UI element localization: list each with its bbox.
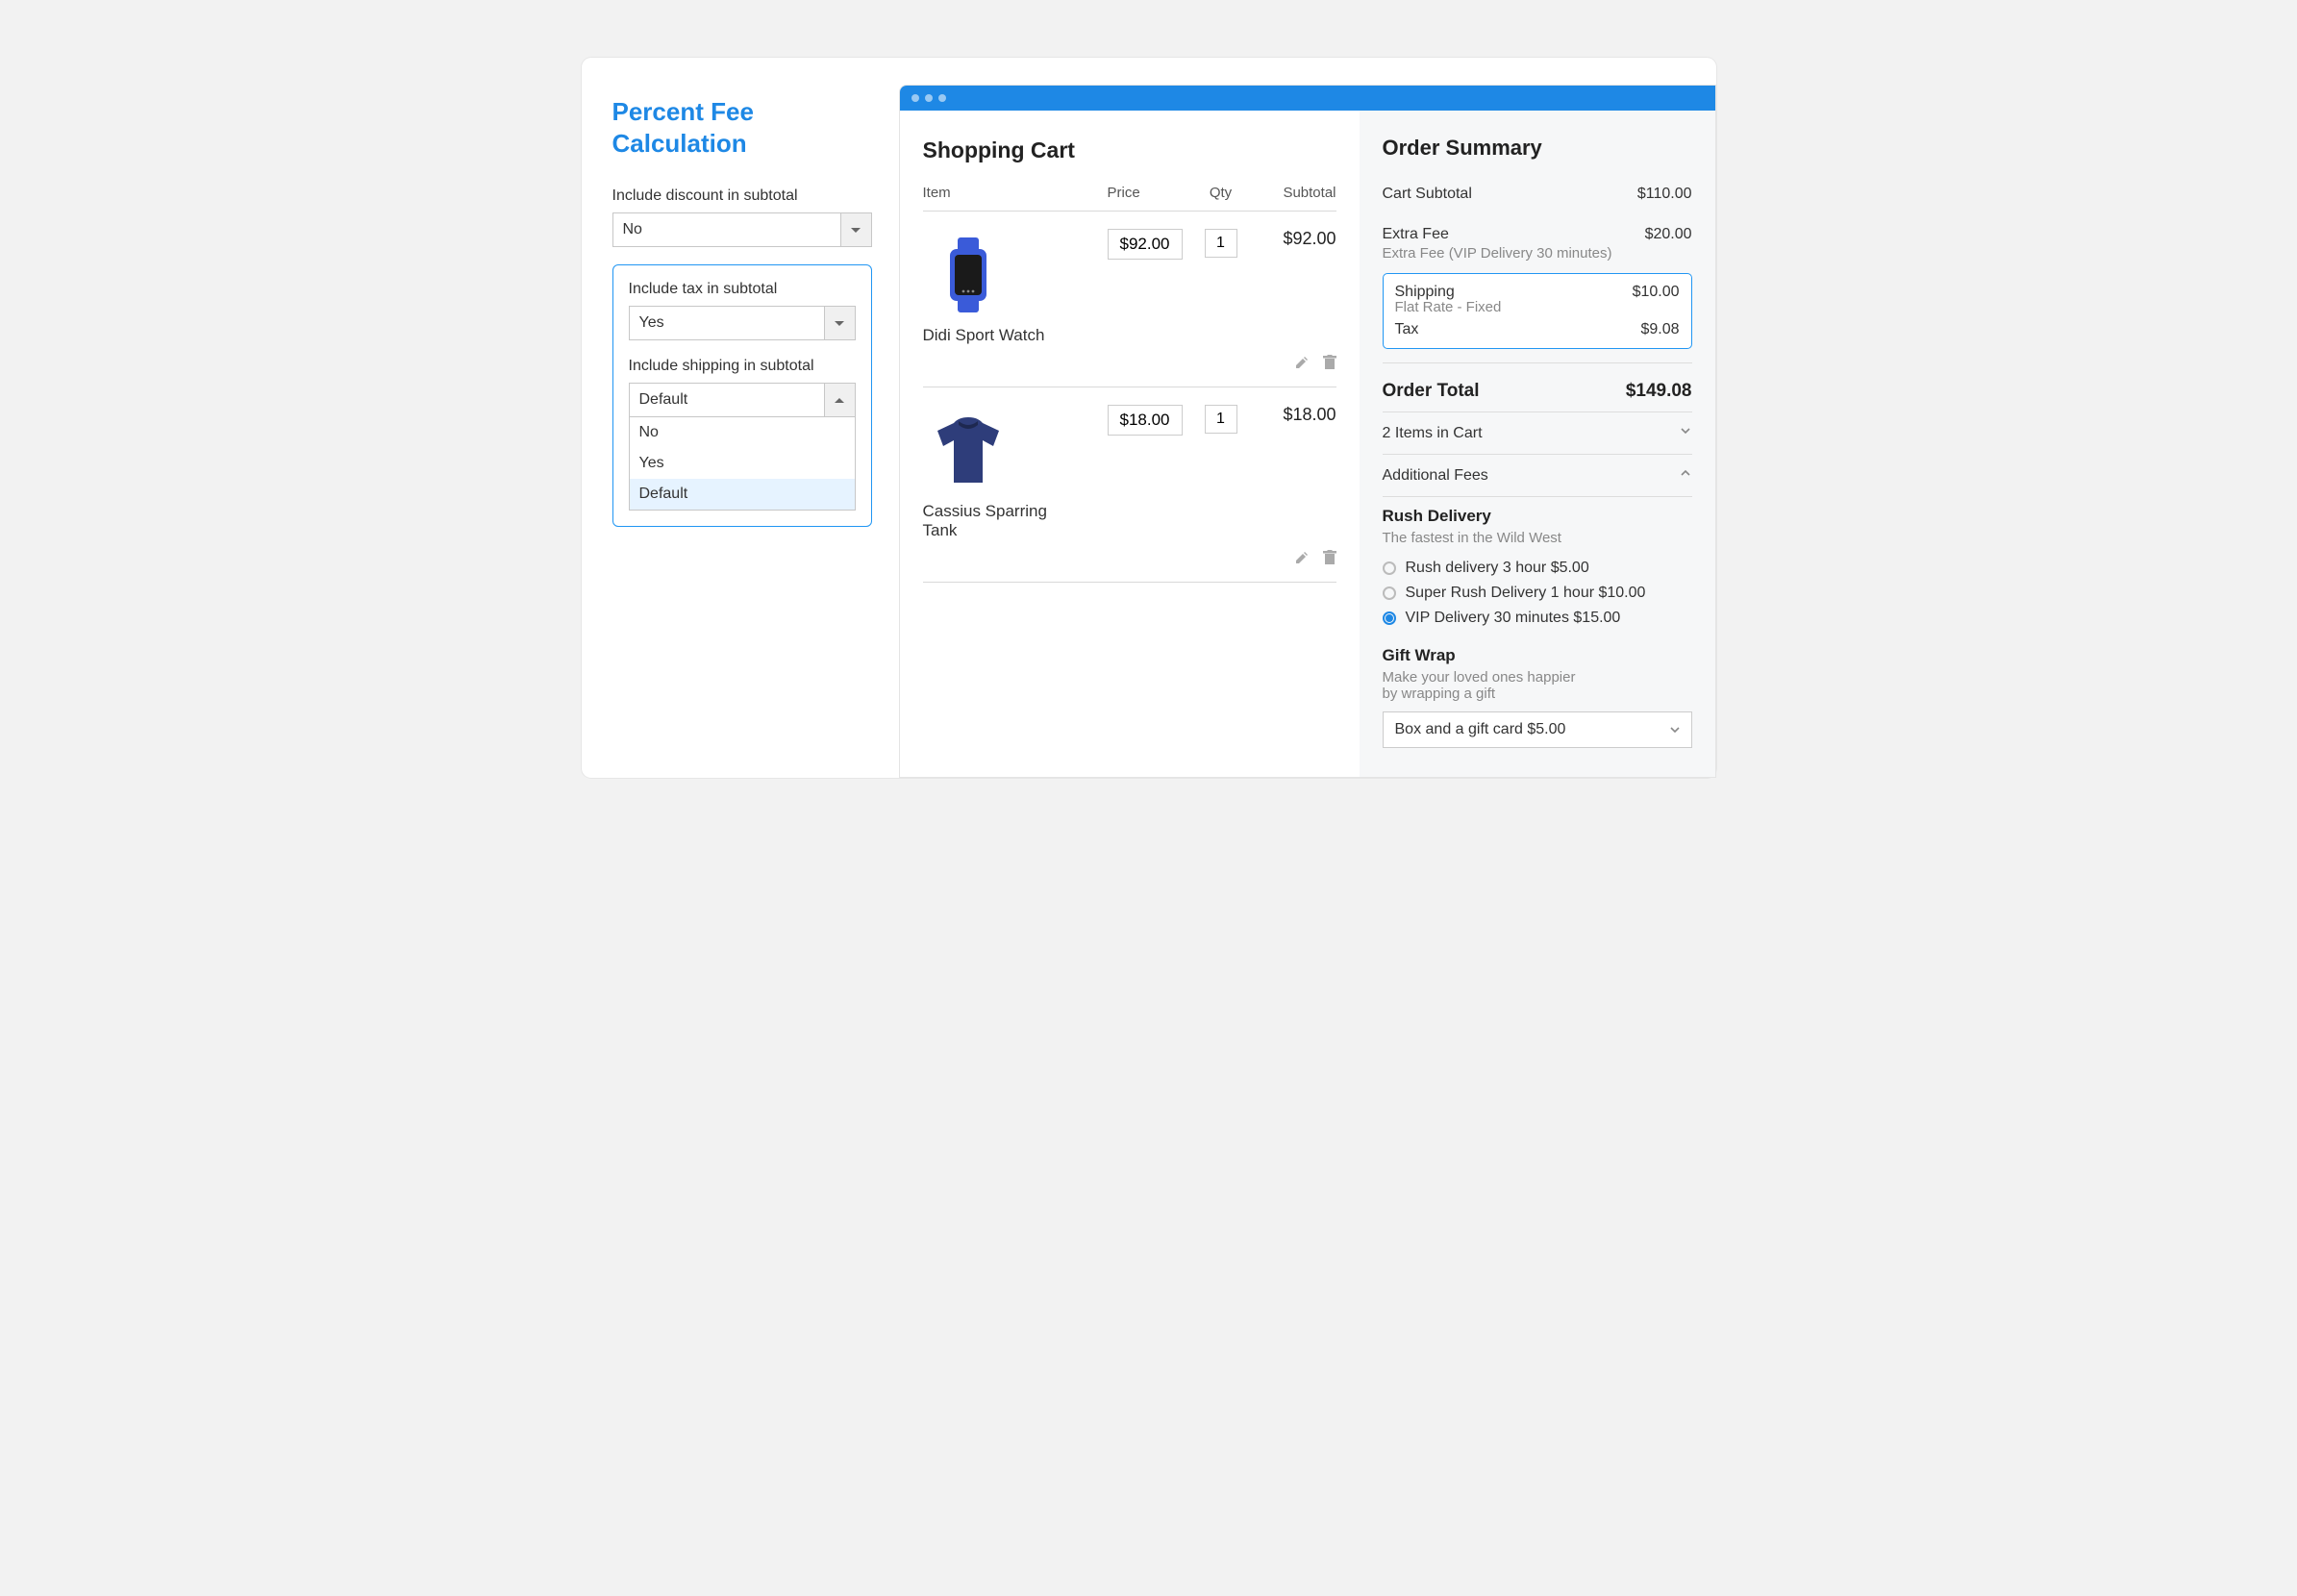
product-name: Didi Sport Watch	[923, 326, 1048, 345]
header-subtotal: Subtotal	[1250, 185, 1336, 201]
tax-label: Tax	[1395, 321, 1419, 338]
rush-option-label: Super Rush Delivery 1 hour $10.00	[1406, 585, 1646, 602]
gift-title: Gift Wrap	[1383, 646, 1692, 665]
qty-input[interactable]: 1	[1205, 405, 1237, 434]
discount-field: Include discount in subtotal No	[612, 187, 872, 247]
price-input[interactable]: $18.00	[1108, 405, 1183, 436]
cart-column: Shopping Cart Item Price Qty Subtotal	[900, 111, 1360, 777]
rush-option-0[interactable]: Rush delivery 3 hour $5.00	[1383, 556, 1692, 581]
chevron-down-icon	[1659, 723, 1691, 736]
tax-value: Yes	[630, 307, 824, 339]
edit-icon[interactable]	[1294, 355, 1310, 375]
shipping-dropdown-list: No Yes Default	[629, 417, 856, 511]
header-qty: Qty	[1192, 185, 1250, 201]
trash-icon[interactable]	[1323, 550, 1336, 570]
window-body: Shopping Cart Item Price Qty Subtotal	[900, 111, 1715, 777]
shipping-label: Include shipping in subtotal	[629, 358, 856, 375]
header-item: Item	[923, 185, 1108, 201]
window-dot-icon	[925, 94, 933, 102]
rush-option-label: Rush delivery 3 hour $5.00	[1406, 560, 1589, 577]
gift-desc: Make your loved ones happier by wrapping…	[1383, 669, 1692, 702]
extra-fee-value: $20.00	[1645, 226, 1692, 243]
summary-title: Order Summary	[1383, 136, 1692, 161]
chevron-down-icon	[824, 307, 855, 339]
shipping-value: Default	[630, 384, 824, 416]
window-dot-icon	[911, 94, 919, 102]
trash-icon[interactable]	[1323, 355, 1336, 375]
cart-title: Shopping Cart	[923, 137, 1336, 163]
extra-fee-desc: Extra Fee (VIP Delivery 30 minutes)	[1383, 245, 1692, 262]
tax-field: Include tax in subtotal Yes	[629, 281, 856, 340]
radio-icon	[1383, 561, 1396, 575]
rush-option-label: VIP Delivery 30 minutes $15.00	[1406, 610, 1621, 627]
items-in-cart-label: 2 Items in Cart	[1383, 425, 1483, 442]
product-name: Cassius Sparring Tank	[923, 502, 1048, 540]
additional-fees-label: Additional Fees	[1383, 467, 1488, 485]
shipping-option-default[interactable]: Default	[630, 479, 855, 510]
shipping-option-no[interactable]: No	[630, 417, 855, 448]
discount-value: No	[613, 213, 840, 246]
additional-fees-toggle[interactable]: Additional Fees	[1383, 454, 1692, 497]
shipping-select[interactable]: Default	[629, 383, 856, 417]
highlighted-settings-box: Include tax in subtotal Yes Include ship…	[612, 264, 872, 527]
chevron-up-icon	[824, 384, 855, 416]
cart-row: $92.00 1 $92.00 Didi Sport Watch	[923, 212, 1336, 387]
chevron-down-icon	[840, 213, 871, 246]
shipping-field: Include shipping in subtotal Default No …	[629, 358, 856, 511]
main-container: Percent Fee Calculation Include discount…	[582, 58, 1716, 778]
tax-select[interactable]: Yes	[629, 306, 856, 340]
order-total-label: Order Total	[1383, 381, 1480, 402]
settings-title: Percent Fee Calculation	[612, 96, 872, 159]
subtotal-value: $18.00	[1250, 405, 1336, 425]
rush-desc: The fastest in the Wild West	[1383, 530, 1692, 546]
gift-wrap-select[interactable]: Box and a gift card $5.00	[1383, 711, 1692, 748]
cart-window: Shopping Cart Item Price Qty Subtotal	[899, 85, 1716, 778]
tax-label: Include tax in subtotal	[629, 281, 856, 298]
discount-select[interactable]: No	[612, 212, 872, 247]
order-total-value: $149.08	[1626, 381, 1692, 402]
shipping-option-yes[interactable]: Yes	[630, 448, 855, 479]
window-dot-icon	[938, 94, 946, 102]
product-image-shirt	[923, 405, 1014, 496]
qty-input[interactable]: 1	[1205, 229, 1237, 258]
radio-icon	[1383, 586, 1396, 600]
rush-option-2[interactable]: VIP Delivery 30 minutes $15.00	[1383, 606, 1692, 631]
discount-label: Include discount in subtotal	[612, 187, 872, 205]
chevron-up-icon	[1679, 466, 1692, 485]
cart-header-row: Item Price Qty Subtotal	[923, 185, 1336, 212]
window-titlebar	[900, 86, 1715, 111]
rush-option-1[interactable]: Super Rush Delivery 1 hour $10.00	[1383, 581, 1692, 606]
extra-fee-label: Extra Fee	[1383, 226, 1449, 243]
shipping-value: $10.00	[1633, 284, 1680, 301]
cart-subtotal-label: Cart Subtotal	[1383, 186, 1472, 203]
order-summary: Order Summary Cart Subtotal $110.00 Extr…	[1360, 111, 1715, 777]
subtotal-value: $92.00	[1250, 229, 1336, 249]
header-price: Price	[1108, 185, 1192, 201]
radio-checked-icon	[1383, 611, 1396, 625]
items-in-cart-toggle[interactable]: 2 Items in Cart	[1383, 411, 1692, 454]
settings-panel: Percent Fee Calculation Include discount…	[582, 58, 899, 778]
edit-icon[interactable]	[1294, 550, 1310, 570]
cart-subtotal-value: $110.00	[1637, 186, 1692, 203]
gift-wrap-value: Box and a gift card $5.00	[1384, 721, 1659, 738]
cart-row: $18.00 1 $18.00 Cassius Sparring Tank	[923, 387, 1336, 583]
price-input[interactable]: $92.00	[1108, 229, 1183, 260]
shipping-desc: Flat Rate - Fixed	[1395, 299, 1680, 315]
tax-value: $9.08	[1640, 321, 1679, 338]
rush-title: Rush Delivery	[1383, 507, 1692, 526]
shipping-tax-box: Shipping $10.00 Flat Rate - Fixed Tax $9…	[1383, 273, 1692, 349]
product-image-watch	[923, 229, 1014, 320]
chevron-down-icon	[1679, 424, 1692, 442]
